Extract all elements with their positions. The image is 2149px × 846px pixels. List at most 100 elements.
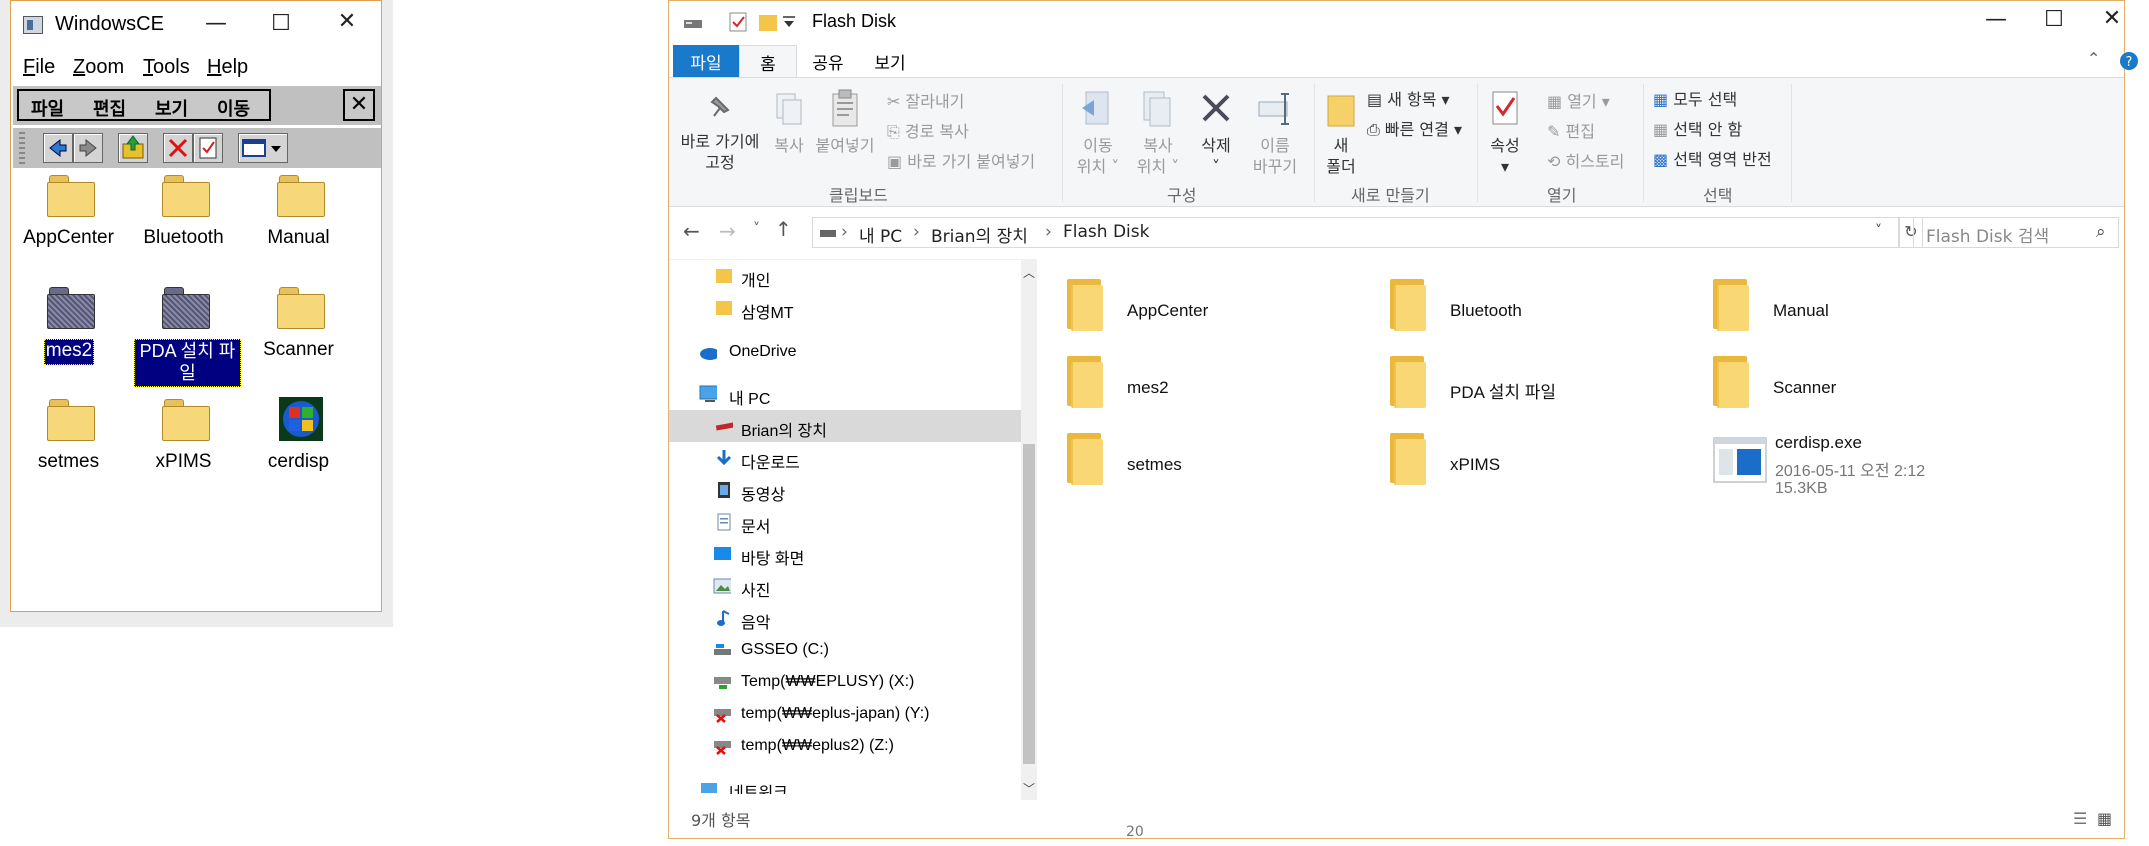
minimize-icon[interactable]: — [1981,7,2011,32]
properties-icon[interactable] [193,133,223,163]
scroll-up-icon[interactable]: ︿ [1023,264,1035,281]
close-icon[interactable]: ✕ [327,9,367,34]
copy-path-button[interactable]: ⎘ 경로 복사 [887,118,969,142]
paste-button[interactable]: 붙여넣기 [813,88,877,156]
file-item-appcenter[interactable]: AppCenter [1067,271,1387,341]
up-folder-icon[interactable] [118,133,148,163]
copy-button[interactable]: 복사 [771,90,807,156]
ce-item-xpims[interactable]: xPIMS [126,395,241,505]
collapse-ribbon-icon[interactable]: ⌃ [2087,49,2100,68]
nav-item-onedrive[interactable]: OneDrive [669,336,1021,368]
up-arrow-icon[interactable]: ↑ [775,217,792,241]
file-item-scanner[interactable]: Scanner [1713,348,2033,418]
close-icon[interactable]: ✕ [2097,6,2127,31]
rename-button[interactable]: 이름 바꾸기 [1245,88,1305,177]
ce-item-scanner[interactable]: Scanner [241,283,356,393]
nav-item-this-pc[interactable]: 내 PC [669,378,1021,410]
large-icons-view-icon[interactable]: ▦ [2097,809,2112,828]
paste-shortcut-button[interactable]: ▣ 바로 가기 붙여넣기 [887,148,1035,172]
nav-item-music[interactable]: 음악 [669,602,1021,634]
details-view-icon[interactable]: ☰ [2073,809,2087,828]
delete-button[interactable]: 삭제 ˅ [1191,88,1241,177]
nav-item-desktop[interactable]: 바탕 화면 [669,538,1021,570]
back-icon[interactable] [43,133,73,163]
view-dropdown-icon[interactable] [238,133,288,163]
nav-item-drive-z[interactable]: temp(₩₩eplus2) (Z:) [669,730,1021,762]
history-button[interactable]: ⟲ 히스토리 [1547,148,1624,172]
nav-item-downloads[interactable]: 다운로드 [669,442,1021,474]
breadcrumb-device[interactable]: Brian의 장치 [931,222,1028,247]
breadcrumb-this-pc[interactable]: 내 PC [859,222,902,247]
nav-scrollbar[interactable]: ︿ ﹀ [1021,260,1037,800]
nav-item-personal[interactable]: 개인 [669,260,1021,292]
move-to-button[interactable]: 이동 위치 ˅ [1073,88,1123,177]
delete-icon[interactable] [163,133,193,163]
tab-share[interactable]: 공유 [797,45,859,77]
menu-kor-go[interactable]: 이동 [217,95,250,121]
forward-arrow-icon[interactable]: → [719,219,736,243]
toolbar-grip[interactable] [19,132,25,164]
menu-kor-view[interactable]: 보기 [155,95,188,121]
invert-selection-button[interactable]: ▩ 선택 영역 반전 [1653,146,1772,170]
copy-to-button[interactable]: 복사 위치 ˅ [1133,88,1183,177]
scroll-down-icon[interactable]: ﹀ [1023,780,1035,797]
menu-kor-file[interactable]: 파일 [31,95,64,121]
back-arrow-icon[interactable]: ← [683,219,700,243]
edit-button[interactable]: ✎ 편집 [1547,118,1595,142]
menu-file[interactable]: File [23,56,55,79]
menu-zoom[interactable]: Zoom [73,56,124,79]
search-box[interactable]: Flash Disk 검색 ⌕ [1913,217,2119,248]
help-icon[interactable]: ? [2119,51,2139,71]
properties-button[interactable]: 속성 ▾ [1485,88,1525,177]
menu-kor-edit[interactable]: 편집 [93,95,126,121]
ce-item-pda-setup[interactable]: PDA 설치 파일 [126,283,241,393]
ce-item-appcenter[interactable]: AppCenter [11,171,126,281]
nav-item-videos[interactable]: 동영상 [669,474,1021,506]
file-item-xpims[interactable]: xPIMS [1390,425,1710,495]
file-item-setmes[interactable]: setmes [1067,425,1387,495]
properties-quick-icon[interactable] [727,11,749,33]
ce-item-cerdisp[interactable]: cerdisp [241,395,356,505]
file-item-pda-setup[interactable]: PDA 설치 파일 [1390,348,1710,418]
file-item-cerdisp[interactable]: cerdisp.exe 2016-05-11 오전 2:12 15.3KB [1713,425,2033,505]
cut-button[interactable]: ✂ 잘라내기 [887,88,964,112]
customize-quick-access-icon[interactable] [781,13,797,31]
nav-scroll-thumb[interactable] [1023,444,1035,764]
recent-locations-icon[interactable]: ˅ [753,221,760,237]
easy-access-button[interactable]: ⎙ 빠른 연결 ▾ [1367,116,1462,140]
select-all-button[interactable]: ▦ 모두 선택 [1653,86,1737,110]
ce-close-button[interactable]: ✕ [343,89,375,121]
file-item-bluetooth[interactable]: Bluetooth [1390,271,1710,341]
tab-file[interactable]: 파일 [673,45,739,77]
nav-item-drive-c[interactable]: GSSEO (C:) [669,634,1021,666]
nav-item-samyoungmt[interactable]: 삼영MT [669,292,1021,324]
file-item-manual[interactable]: Manual [1713,271,2033,341]
open-button[interactable]: ▦ 열기 ▾ [1547,88,1610,112]
maximize-icon[interactable]: ☐ [261,11,301,36]
nav-item-network[interactable]: 네트워크 [669,772,1021,794]
menu-tools[interactable]: Tools [143,56,190,79]
nav-item-drive-x[interactable]: Temp(₩₩EPLUSY) (X:) [669,666,1021,698]
new-folder-button[interactable]: 새 폴더 [1321,88,1361,177]
nav-item-documents[interactable]: 문서 [669,506,1021,538]
pin-to-quick-access-button[interactable]: 바로 가기에 고정 [677,90,763,173]
tab-home[interactable]: 홈 [739,45,797,77]
file-item-mes2[interactable]: mes2 [1067,348,1387,418]
new-folder-quick-icon[interactable] [757,11,779,33]
minimize-icon[interactable]: — [196,11,236,36]
breadcrumb-flash-disk[interactable]: Flash Disk [1063,222,1149,242]
ce-item-bluetooth[interactable]: Bluetooth [126,171,241,281]
nav-item-pictures[interactable]: 사진 [669,570,1021,602]
ce-item-manual[interactable]: Manual [241,171,356,281]
new-item-button[interactable]: ▤ 새 항목 ▾ [1367,86,1450,110]
nav-item-drive-y[interactable]: temp(₩₩eplus-japan) (Y:) [669,698,1021,730]
address-dropdown-icon[interactable]: ˅ [1875,223,1882,239]
ce-item-mes2[interactable]: mes2 [11,283,126,393]
maximize-icon[interactable]: ☐ [2039,7,2069,32]
tab-view[interactable]: 보기 [859,45,921,77]
forward-icon[interactable] [73,133,103,163]
address-bar[interactable]: › 내 PC › Brian의 장치 › Flash Disk ˅ [812,217,1899,248]
ce-item-setmes[interactable]: setmes [11,395,126,505]
select-none-button[interactable]: ▦ 선택 안 함 [1653,116,1742,140]
nav-item-brian-device[interactable]: Brian의 장치 [669,410,1021,442]
